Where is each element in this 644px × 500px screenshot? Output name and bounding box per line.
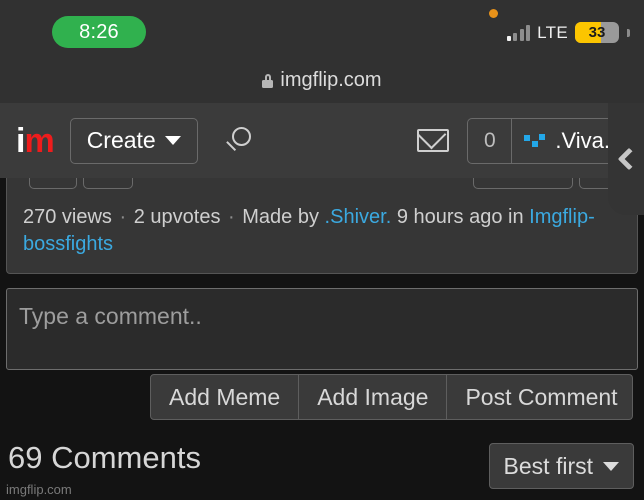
search-icon[interactable] — [222, 125, 254, 157]
battery-indicator: 33 — [575, 22, 619, 43]
phone-screen: 8:26 LTE 33 imgflip.com im Create 0 .Viv… — [0, 0, 644, 500]
comment-actions-row: Add Meme Add Image Post Comment — [150, 374, 633, 420]
back-swipe-panel[interactable] — [608, 103, 644, 215]
battery-percent-label: 33 — [588, 24, 606, 41]
meta-separator: · — [119, 206, 127, 228]
username-label: .Viva. — [555, 127, 610, 153]
site-watermark: imgflip.com — [6, 482, 72, 497]
cellular-signal-icon — [506, 25, 531, 41]
site-navbar: im Create 0 .Viva. — [0, 103, 644, 178]
comments-header: 69 Comments imgflip.com Best first — [0, 440, 644, 500]
post-meta-card: 270 views · 2 upvotes · Made by .Shiver.… — [6, 178, 638, 274]
post-action-button[interactable] — [83, 178, 133, 189]
post-meta-text: 270 views · 2 upvotes · Made by .Shiver.… — [23, 204, 623, 258]
post-action-button[interactable] — [473, 178, 573, 189]
in-label: in — [508, 206, 524, 228]
network-type-label: LTE — [537, 23, 568, 42]
chevron-left-icon[interactable] — [617, 147, 640, 171]
author-link[interactable]: .Shiver. — [325, 206, 392, 228]
add-meme-button[interactable]: Add Meme — [150, 374, 300, 420]
battery-cap — [627, 29, 630, 37]
browser-url-bar[interactable]: imgflip.com — [0, 58, 644, 103]
logo-letter-m: m — [24, 121, 54, 160]
post-comment-button[interactable]: Post Comment — [447, 374, 633, 420]
sort-comments-label: Best first — [503, 452, 593, 479]
chevron-down-icon — [164, 136, 181, 145]
create-button-label: Create — [86, 127, 156, 153]
status-bar-right-group: LTE 33 — [506, 22, 630, 43]
imgflip-logo[interactable]: im — [16, 121, 55, 160]
page-content: 270 views · 2 upvotes · Made by .Shiver.… — [0, 178, 644, 500]
lock-icon — [262, 73, 274, 88]
post-action-buttons-row[interactable] — [7, 178, 637, 191]
create-button[interactable]: Create — [69, 117, 198, 164]
comments-count-title: 69 Comments — [8, 440, 201, 475]
comment-input[interactable]: Type a comment.. — [6, 288, 638, 370]
envelope-icon[interactable] — [417, 129, 450, 152]
chevron-down-icon — [603, 461, 619, 471]
upvote-count: 2 upvotes — [133, 206, 221, 228]
recording-indicator-dot — [489, 9, 498, 18]
status-bar: 8:26 LTE 33 — [0, 0, 644, 58]
status-bar-time[interactable]: 8:26 — [52, 16, 146, 48]
comment-input-placeholder: Type a comment.. — [19, 303, 202, 329]
post-time-ago: 9 hours ago — [396, 206, 503, 228]
avatar — [524, 129, 547, 152]
post-action-button[interactable] — [29, 178, 77, 189]
add-image-button[interactable]: Add Image — [299, 374, 448, 420]
url-text: imgflip.com — [280, 69, 382, 91]
message-count-badge[interactable]: 0 — [468, 118, 513, 163]
view-count: 270 views — [23, 206, 112, 228]
meta-separator: · — [228, 206, 235, 228]
sort-comments-dropdown[interactable]: Best first — [488, 443, 634, 489]
made-by-label: Made by — [242, 206, 319, 228]
